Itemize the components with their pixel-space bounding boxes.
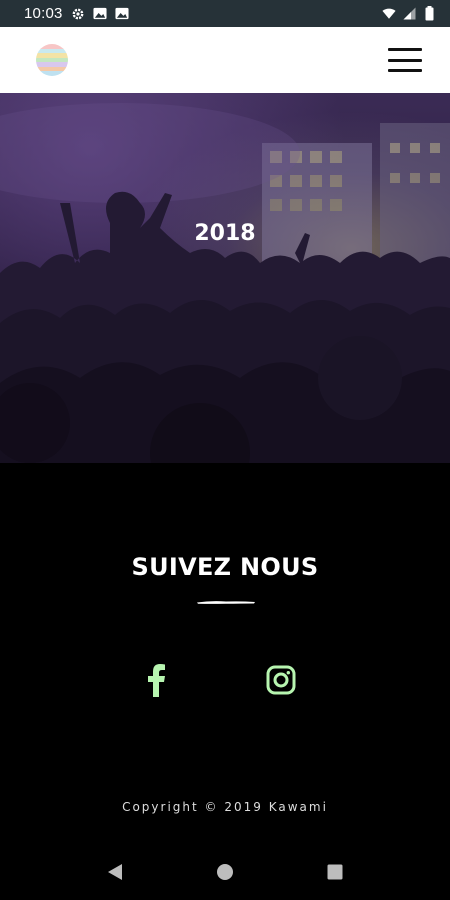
signal-icon xyxy=(402,7,416,21)
home-icon[interactable] xyxy=(213,860,237,884)
copyright-text: Copyright © 2019 Kawami xyxy=(122,800,328,814)
status-time: 10:03 xyxy=(24,5,63,22)
wifi-icon xyxy=(382,7,396,21)
battery-icon xyxy=(422,6,436,21)
image-icon xyxy=(93,7,107,21)
recents-icon[interactable] xyxy=(323,860,347,884)
instagram-icon[interactable] xyxy=(266,665,296,695)
hero-banner: 2018 xyxy=(0,93,450,463)
back-icon[interactable] xyxy=(103,860,127,884)
app-header xyxy=(0,27,450,93)
status-bar: 10:03 xyxy=(0,0,450,27)
image-icon xyxy=(115,7,129,21)
status-left: 10:03 xyxy=(24,5,129,22)
hamburger-icon[interactable] xyxy=(388,48,422,72)
striped-circle-logo[interactable] xyxy=(36,44,68,76)
hamburger-line xyxy=(388,69,422,72)
concert-crowd-image xyxy=(0,103,450,463)
facebook-icon[interactable] xyxy=(143,663,169,697)
follow-title: SUIVEZ NOUS xyxy=(131,553,319,581)
hamburger-line xyxy=(388,48,422,51)
follow-section: SUIVEZ NOUS Copyright © 2019 Kawami xyxy=(0,463,450,843)
hero-year: 2018 xyxy=(194,221,256,246)
status-right xyxy=(382,6,436,21)
settings-icon xyxy=(71,7,85,21)
android-nav-bar xyxy=(0,843,450,900)
hamburger-line xyxy=(388,58,422,62)
brush-divider xyxy=(197,601,255,604)
